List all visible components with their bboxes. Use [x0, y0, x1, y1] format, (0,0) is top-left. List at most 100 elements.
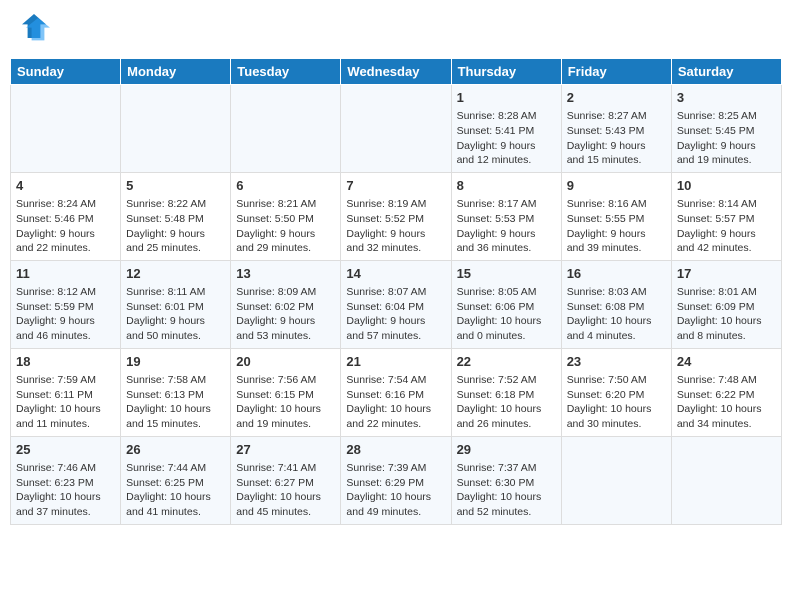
- cell-content-line: Sunset: 6:13 PM: [126, 388, 225, 403]
- cell-content-line: Daylight: 10 hours: [16, 402, 115, 417]
- cell-content-line: Sunrise: 7:52 AM: [457, 373, 556, 388]
- day-number: 7: [346, 177, 445, 195]
- cell-content-line: Sunrise: 8:03 AM: [567, 285, 666, 300]
- cell-content-line: Daylight: 9 hours: [677, 227, 776, 242]
- cell-content-line: Sunrise: 7:58 AM: [126, 373, 225, 388]
- cell-content-line: Daylight: 9 hours: [16, 227, 115, 242]
- day-number: 21: [346, 353, 445, 371]
- day-number: 28: [346, 441, 445, 459]
- calendar-cell: 16Sunrise: 8:03 AMSunset: 6:08 PMDayligh…: [561, 260, 671, 348]
- cell-content-line: and 42 minutes.: [677, 241, 776, 256]
- day-number: 9: [567, 177, 666, 195]
- cell-content-line: and 49 minutes.: [346, 505, 445, 520]
- cell-content-line: and 19 minutes.: [677, 153, 776, 168]
- cell-content-line: and 8 minutes.: [677, 329, 776, 344]
- cell-content-line: Daylight: 10 hours: [236, 402, 335, 417]
- cell-content-line: Sunrise: 8:19 AM: [346, 197, 445, 212]
- day-number: 23: [567, 353, 666, 371]
- cell-content-line: Daylight: 9 hours: [567, 139, 666, 154]
- cell-content-line: Daylight: 9 hours: [457, 227, 556, 242]
- cell-content-line: Sunset: 6:23 PM: [16, 476, 115, 491]
- cell-content-line: Daylight: 9 hours: [236, 227, 335, 242]
- dow-header: Sunday: [11, 59, 121, 85]
- cell-content-line: Sunrise: 7:41 AM: [236, 461, 335, 476]
- day-number: 19: [126, 353, 225, 371]
- cell-content-line: Sunset: 6:18 PM: [457, 388, 556, 403]
- calendar-week-row: 18Sunrise: 7:59 AMSunset: 6:11 PMDayligh…: [11, 348, 782, 436]
- cell-content-line: Sunrise: 8:16 AM: [567, 197, 666, 212]
- cell-content-line: Sunrise: 7:37 AM: [457, 461, 556, 476]
- calendar-cell: 29Sunrise: 7:37 AMSunset: 6:30 PMDayligh…: [451, 436, 561, 524]
- calendar-cell: 23Sunrise: 7:50 AMSunset: 6:20 PMDayligh…: [561, 348, 671, 436]
- cell-content-line: Sunset: 6:02 PM: [236, 300, 335, 315]
- cell-content-line: Sunrise: 7:46 AM: [16, 461, 115, 476]
- cell-content-line: Daylight: 10 hours: [346, 490, 445, 505]
- calendar-cell: 10Sunrise: 8:14 AMSunset: 5:57 PMDayligh…: [671, 172, 781, 260]
- logo: [10, 10, 52, 50]
- calendar-cell: 2Sunrise: 8:27 AMSunset: 5:43 PMDaylight…: [561, 85, 671, 173]
- cell-content-line: and 15 minutes.: [567, 153, 666, 168]
- dow-header: Thursday: [451, 59, 561, 85]
- day-number: 29: [457, 441, 556, 459]
- day-number: 4: [16, 177, 115, 195]
- cell-content-line: Daylight: 9 hours: [126, 314, 225, 329]
- cell-content-line: Sunset: 6:01 PM: [126, 300, 225, 315]
- dow-header: Friday: [561, 59, 671, 85]
- calendar-cell: [561, 436, 671, 524]
- calendar-cell: 7Sunrise: 8:19 AMSunset: 5:52 PMDaylight…: [341, 172, 451, 260]
- cell-content-line: Sunset: 5:57 PM: [677, 212, 776, 227]
- calendar-cell: 1Sunrise: 8:28 AMSunset: 5:41 PMDaylight…: [451, 85, 561, 173]
- calendar-cell: 22Sunrise: 7:52 AMSunset: 6:18 PMDayligh…: [451, 348, 561, 436]
- cell-content-line: Daylight: 10 hours: [677, 402, 776, 417]
- cell-content-line: Daylight: 10 hours: [457, 490, 556, 505]
- day-number: 3: [677, 89, 776, 107]
- dow-header: Saturday: [671, 59, 781, 85]
- calendar-cell: [231, 85, 341, 173]
- cell-content-line: Daylight: 9 hours: [236, 314, 335, 329]
- day-number: 16: [567, 265, 666, 283]
- cell-content-line: Daylight: 9 hours: [126, 227, 225, 242]
- cell-content-line: Sunrise: 7:39 AM: [346, 461, 445, 476]
- cell-content-line: Sunrise: 8:28 AM: [457, 109, 556, 124]
- cell-content-line: Sunset: 6:08 PM: [567, 300, 666, 315]
- cell-content-line: Sunset: 5:43 PM: [567, 124, 666, 139]
- cell-content-line: and 12 minutes.: [457, 153, 556, 168]
- cell-content-line: Sunrise: 8:09 AM: [236, 285, 335, 300]
- cell-content-line: Sunrise: 8:14 AM: [677, 197, 776, 212]
- day-number: 20: [236, 353, 335, 371]
- cell-content-line: Sunset: 6:27 PM: [236, 476, 335, 491]
- calendar-week-row: 11Sunrise: 8:12 AMSunset: 5:59 PMDayligh…: [11, 260, 782, 348]
- cell-content-line: Daylight: 9 hours: [457, 139, 556, 154]
- day-number: 18: [16, 353, 115, 371]
- cell-content-line: Daylight: 10 hours: [677, 314, 776, 329]
- cell-content-line: and 41 minutes.: [126, 505, 225, 520]
- cell-content-line: and 36 minutes.: [457, 241, 556, 256]
- cell-content-line: Daylight: 10 hours: [236, 490, 335, 505]
- calendar-week-row: 25Sunrise: 7:46 AMSunset: 6:23 PMDayligh…: [11, 436, 782, 524]
- calendar-cell: 28Sunrise: 7:39 AMSunset: 6:29 PMDayligh…: [341, 436, 451, 524]
- cell-content-line: and 19 minutes.: [236, 417, 335, 432]
- cell-content-line: Sunset: 5:50 PM: [236, 212, 335, 227]
- cell-content-line: Sunrise: 8:17 AM: [457, 197, 556, 212]
- day-number: 15: [457, 265, 556, 283]
- cell-content-line: Sunrise: 8:27 AM: [567, 109, 666, 124]
- cell-content-line: Daylight: 10 hours: [457, 314, 556, 329]
- cell-content-line: and 53 minutes.: [236, 329, 335, 344]
- calendar-week-row: 1Sunrise: 8:28 AMSunset: 5:41 PMDaylight…: [11, 85, 782, 173]
- cell-content-line: Daylight: 10 hours: [126, 490, 225, 505]
- calendar-cell: 15Sunrise: 8:05 AMSunset: 6:06 PMDayligh…: [451, 260, 561, 348]
- day-number: 26: [126, 441, 225, 459]
- cell-content-line: Daylight: 9 hours: [16, 314, 115, 329]
- calendar-cell: 24Sunrise: 7:48 AMSunset: 6:22 PMDayligh…: [671, 348, 781, 436]
- calendar-table: SundayMondayTuesdayWednesdayThursdayFrid…: [10, 58, 782, 525]
- calendar-cell: 18Sunrise: 7:59 AMSunset: 6:11 PMDayligh…: [11, 348, 121, 436]
- cell-content-line: and 22 minutes.: [346, 417, 445, 432]
- cell-content-line: and 30 minutes.: [567, 417, 666, 432]
- cell-content-line: Sunset: 5:45 PM: [677, 124, 776, 139]
- calendar-cell: [671, 436, 781, 524]
- cell-content-line: and 32 minutes.: [346, 241, 445, 256]
- cell-content-line: Sunset: 5:55 PM: [567, 212, 666, 227]
- cell-content-line: Sunset: 6:15 PM: [236, 388, 335, 403]
- day-number: 13: [236, 265, 335, 283]
- cell-content-line: and 0 minutes.: [457, 329, 556, 344]
